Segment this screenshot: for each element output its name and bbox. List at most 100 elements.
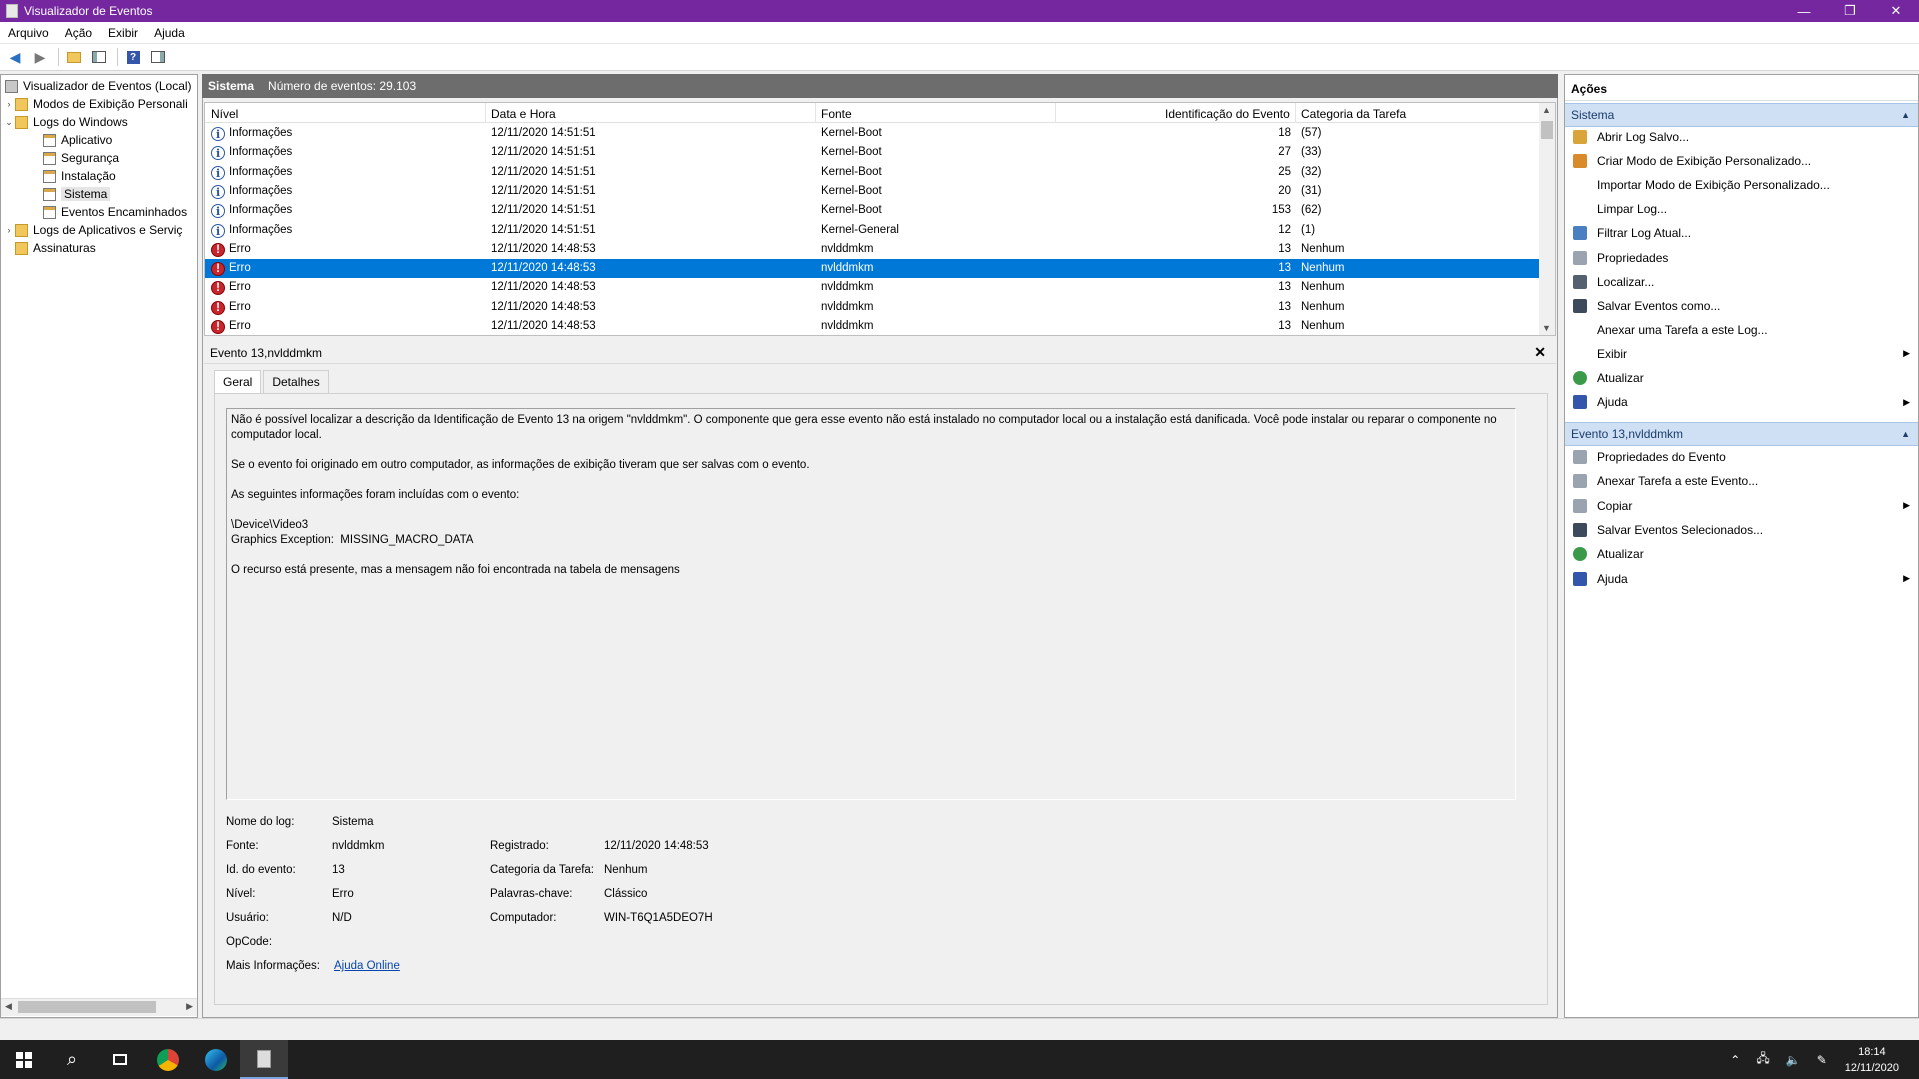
tree-item-assinaturas[interactable]: Assinaturas bbox=[3, 239, 96, 257]
clock[interactable]: 18:14 12/11/2020 bbox=[1845, 1044, 1899, 1076]
show-hide-actions-icon[interactable] bbox=[147, 47, 169, 67]
show-hidden-icons-icon[interactable]: ⌃ bbox=[1730, 1053, 1740, 1067]
action-atualizar[interactable]: Atualizar bbox=[1565, 543, 1918, 565]
tree-item-aplicativo[interactable]: Aplicativo bbox=[31, 131, 112, 149]
column-level[interactable]: Nível bbox=[211, 107, 238, 121]
table-row[interactable]: ! Erro 12/11/2020 14:48:53 nvlddmkm 13 Nenhum bbox=[205, 298, 1541, 317]
action-ajuda[interactable]: Ajuda ▶ bbox=[1565, 391, 1918, 413]
column-category[interactable]: Categoria da Tarefa bbox=[1301, 107, 1406, 121]
table-row[interactable]: ! Erro 12/11/2020 14:48:53 nvlddmkm 13 Nenhum bbox=[205, 240, 1541, 259]
action-label: Salvar Eventos Selecionados... bbox=[1597, 522, 1764, 537]
cell-level: Erro bbox=[229, 300, 251, 313]
action-localizar[interactable]: Localizar... bbox=[1565, 271, 1918, 293]
column-divider[interactable] bbox=[1055, 103, 1056, 123]
actions-section-sistema[interactable]: Sistema ▲ bbox=[1565, 103, 1918, 127]
minimize-button[interactable]: — bbox=[1781, 0, 1827, 22]
table-row[interactable]: ! Erro 12/11/2020 14:48:53 nvlddmkm 13 Nenhum bbox=[205, 259, 1541, 279]
column-datetime[interactable]: Data e Hora bbox=[491, 107, 556, 121]
action-atualizar[interactable]: Atualizar bbox=[1565, 367, 1918, 389]
cell-category: Nenhum bbox=[1301, 262, 1345, 275]
volume-icon[interactable]: 🔈 bbox=[1786, 1053, 1801, 1067]
action-salvar-eventos-como[interactable]: Salvar Eventos como... bbox=[1565, 295, 1918, 317]
action-label: Atualizar bbox=[1597, 547, 1644, 562]
level-label: Nível: bbox=[226, 888, 256, 900]
table-row[interactable]: i Informações 12/11/2020 14:51:51 Kernel-Bo… bbox=[205, 163, 1541, 182]
windows-start-icon[interactable] bbox=[0, 1040, 48, 1079]
tree-item-instala-o[interactable]: Instalação bbox=[31, 167, 116, 185]
column-divider[interactable] bbox=[815, 103, 816, 123]
tree-item-sistema[interactable]: Sistema bbox=[31, 185, 111, 203]
table-row[interactable]: ! Erro 12/11/2020 14:48:53 nvlddmkm 13 Nenhum bbox=[205, 278, 1541, 297]
action-anexar-uma-tarefa-a-este-log[interactable]: Anexar uma Tarefa a este Log... bbox=[1565, 319, 1918, 341]
action-ajuda[interactable]: Ajuda ▶ bbox=[1565, 568, 1918, 590]
scrollbar-thumb[interactable] bbox=[1541, 121, 1553, 139]
save-icon bbox=[1573, 298, 1587, 313]
menu-arquivo[interactable]: Arquivo bbox=[0, 26, 57, 40]
table-row[interactable]: i Informações 12/11/2020 14:51:51 Kernel-Bo… bbox=[205, 124, 1541, 143]
event-viewer-taskbar-icon[interactable] bbox=[240, 1040, 288, 1079]
action-exibir[interactable]: Exibir ▶ bbox=[1565, 343, 1918, 365]
action-label: Salvar Eventos como... bbox=[1597, 298, 1721, 313]
column-divider[interactable] bbox=[485, 103, 486, 123]
clock-time: 18:14 bbox=[1858, 1045, 1886, 1058]
tree-item-logs-de-aplicativos-e-servi[interactable]: › Logs de Aplicativos e Serviç bbox=[3, 221, 183, 239]
action-salvar-eventos-selecionados[interactable]: Salvar Eventos Selecionados... bbox=[1565, 519, 1918, 541]
menu-acao[interactable]: Ação bbox=[57, 26, 100, 40]
actions-section-evento[interactable]: Evento 13,nvlddmkm ▲ bbox=[1565, 422, 1918, 446]
chrome-icon[interactable] bbox=[144, 1040, 192, 1079]
action-limpar-log[interactable]: Limpar Log... bbox=[1565, 198, 1918, 220]
action-propriedades-do-evento[interactable]: Propriedades do Evento bbox=[1565, 446, 1918, 468]
up-folder-icon[interactable] bbox=[63, 47, 85, 67]
tree-item-logs-do-windows[interactable]: ⌄ Logs do Windows bbox=[3, 113, 128, 131]
description-paragraph: Não é possível localizar a descrição da … bbox=[231, 414, 1500, 441]
table-row[interactable]: i Informações 12/11/2020 14:51:51 Kernel-Bo… bbox=[205, 143, 1541, 162]
table-row[interactable]: ! Erro 12/11/2020 14:48:53 nvlddmkm 13 Nenhum bbox=[205, 317, 1541, 335]
action-copiar[interactable]: Copiar ▶ bbox=[1565, 495, 1918, 517]
back-icon[interactable]: ◀ bbox=[4, 47, 26, 67]
action-filtrar-log-atual[interactable]: Filtrar Log Atual... bbox=[1565, 222, 1918, 244]
forward-icon[interactable]: ▶ bbox=[29, 47, 51, 67]
tree-item-modos-de-exibi-o-personali[interactable]: › Modos de Exibição Personali bbox=[3, 95, 188, 113]
event-description[interactable]: Não é possível localizar a descrição da … bbox=[226, 408, 1516, 800]
expand-toggle-icon[interactable]: ⌄ bbox=[3, 117, 15, 128]
menu-ajuda[interactable]: Ajuda bbox=[146, 26, 193, 40]
online-help-link[interactable]: Ajuda Online bbox=[334, 960, 400, 972]
help-icon[interactable]: ? bbox=[122, 47, 144, 67]
log-name-label: Nome do log: bbox=[226, 816, 295, 828]
search-icon[interactable]: ⌕ bbox=[48, 1040, 96, 1079]
menu-exibir[interactable]: Exibir bbox=[100, 26, 146, 40]
tab-geral[interactable]: Geral bbox=[214, 370, 262, 394]
table-row[interactable]: i Informações 12/11/2020 14:51:51 Kernel-Bo… bbox=[205, 182, 1541, 201]
tree-item-label: Eventos Encaminhados bbox=[61, 205, 188, 219]
tree-item-eventos-encaminhados[interactable]: Eventos Encaminhados bbox=[31, 203, 187, 221]
action-criar-modo-de-exibi-o-personalizado[interactable]: Criar Modo de Exibição Personalizado... bbox=[1565, 150, 1918, 172]
column-event-id[interactable]: Identificação do Evento bbox=[1165, 107, 1290, 121]
description-paragraph: As seguintes informações foram incluídas… bbox=[231, 489, 520, 501]
close-detail-icon[interactable]: ✕ bbox=[1534, 344, 1546, 361]
action-importar-modo-de-exibi-o-personalizado[interactable]: Importar Modo de Exibição Personalizado.… bbox=[1565, 174, 1918, 196]
close-button[interactable]: ✕ bbox=[1873, 0, 1919, 22]
expand-toggle-icon[interactable]: › bbox=[3, 99, 15, 109]
tree-item-visualizador-de-eventos-local[interactable]: Visualizador de Eventos (Local) bbox=[0, 77, 192, 95]
table-row[interactable]: i Informações 12/11/2020 14:51:51 Kernel-Ge… bbox=[205, 221, 1541, 240]
action-abrir-log-salvo[interactable]: Abrir Log Salvo... bbox=[1565, 126, 1918, 148]
tree-item-seguran-a[interactable]: Segurança bbox=[31, 149, 119, 167]
tab-detalhes[interactable]: Detalhes bbox=[263, 370, 329, 394]
table-row[interactable]: i Informações 12/11/2020 14:51:51 Kernel-Bo… bbox=[205, 201, 1541, 220]
pen-icon[interactable]: ✎ bbox=[1817, 1053, 1827, 1067]
collapse-icon[interactable]: ▲ bbox=[1901, 429, 1910, 439]
collapse-icon[interactable]: ▲ bbox=[1901, 110, 1910, 120]
column-source[interactable]: Fonte bbox=[821, 107, 852, 121]
task-view-icon[interactable] bbox=[96, 1040, 144, 1079]
expand-toggle-icon[interactable]: › bbox=[3, 225, 15, 235]
network-icon[interactable]: 🖧 bbox=[1756, 1049, 1769, 1070]
cell-event-id: 13 bbox=[1278, 262, 1291, 275]
action-propriedades[interactable]: Propriedades bbox=[1565, 247, 1918, 269]
column-divider[interactable] bbox=[1295, 103, 1296, 123]
tree-item-label: Visualizador de Eventos (Local) bbox=[23, 79, 192, 93]
edge-icon[interactable] bbox=[192, 1040, 240, 1079]
show-hide-tree-icon[interactable] bbox=[88, 47, 110, 67]
restore-button[interactable]: ❐ bbox=[1827, 0, 1873, 22]
scrollbar-thumb[interactable] bbox=[18, 1001, 156, 1013]
action-anexar-tarefa-a-este-evento[interactable]: Anexar Tarefa a este Evento... bbox=[1565, 470, 1918, 492]
